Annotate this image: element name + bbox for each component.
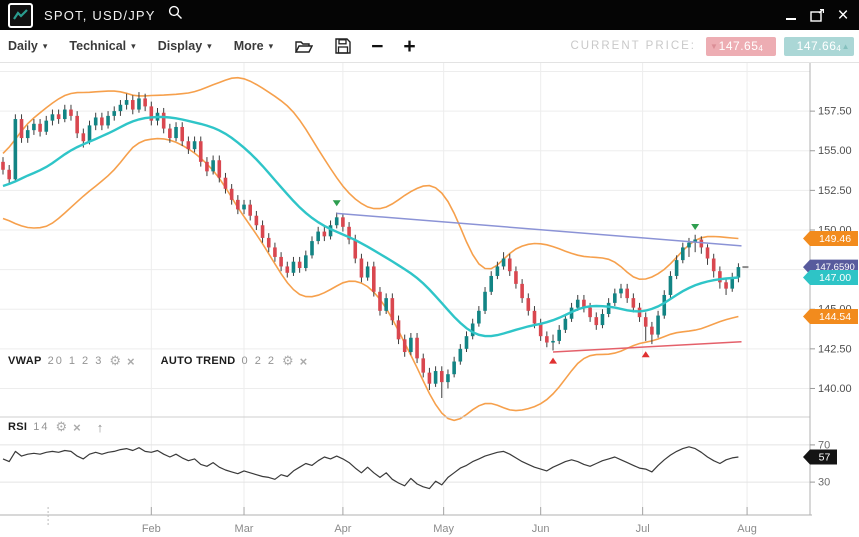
chart-canvas[interactable]: Feb Mar Apr May Jun Jul Aug 157.50 155.00 152.50 1…	[0, 0, 859, 537]
save-icon[interactable]	[335, 38, 351, 54]
svg-text:Jun: Jun	[532, 523, 550, 535]
auto-trend-label: AUTO TREND	[161, 355, 236, 367]
zoom-in-button[interactable]: +	[403, 36, 415, 57]
toolbar: Daily ▾ Technical ▾ Display ▾ More ▾ − +…	[0, 30, 859, 63]
vwap-params: 20 1 2 3	[48, 355, 104, 367]
chevron-down-icon: ▾	[207, 41, 212, 52]
rsi-params: 14	[33, 421, 49, 433]
svg-text:Mar: Mar	[235, 523, 254, 535]
menu-technical[interactable]: Technical ▾	[69, 39, 135, 53]
gear-icon[interactable]: ⚙	[282, 353, 294, 369]
svg-text:Feb: Feb	[142, 523, 161, 535]
collapse-arrow-icon[interactable]: ↑	[97, 420, 104, 435]
menu-timeframe[interactable]: Daily ▾	[8, 39, 47, 53]
chevron-down-icon: ▾	[269, 41, 274, 52]
popout-button[interactable]	[809, 7, 825, 23]
bid-price-badge: ▼ 147.654	[706, 37, 776, 56]
chevron-down-icon: ▾	[131, 41, 136, 52]
close-icon[interactable]: ×	[300, 354, 308, 369]
open-folder-icon[interactable]	[295, 39, 313, 54]
menu-more[interactable]: More ▾	[234, 39, 273, 53]
svg-text:155.00: 155.00	[818, 145, 852, 157]
chevron-down-icon: ▾	[43, 41, 48, 52]
svg-text:149.46: 149.46	[819, 233, 851, 245]
app-logo-icon	[8, 3, 33, 28]
overlay-indicator-row: VWAP 20 1 2 3 ⚙ × AUTO TREND 0 2 2 ⚙ ×	[8, 353, 307, 369]
current-price-label: CURRENT PRICE:	[570, 40, 696, 52]
rsi-label: RSI	[8, 421, 27, 433]
auto-trend-params: 0 2 2	[242, 355, 276, 367]
svg-text:May: May	[433, 523, 454, 535]
vwap-label: VWAP	[8, 355, 42, 367]
svg-text:Jul: Jul	[636, 523, 650, 535]
close-icon[interactable]: ×	[127, 354, 135, 369]
svg-text:144.54: 144.54	[819, 311, 851, 323]
menu-display[interactable]: Display ▾	[158, 39, 212, 53]
svg-text:152.50: 152.50	[818, 185, 852, 197]
close-icon[interactable]: ×	[73, 420, 81, 435]
svg-text:57: 57	[819, 451, 831, 463]
symbol-title: SPOT, USD/JPY	[44, 8, 156, 23]
title-bar: SPOT, USD/JPY ×	[0, 0, 859, 30]
svg-text:30: 30	[818, 477, 830, 489]
zoom-out-button[interactable]: −	[371, 36, 383, 57]
rsi-indicator-row: RSI 14 ⚙ × ↑	[8, 419, 103, 435]
gear-icon[interactable]: ⚙	[56, 419, 68, 435]
gear-icon[interactable]: ⚙	[109, 353, 121, 369]
quote-down-arrow-icon: ▼	[710, 42, 718, 51]
search-icon[interactable]	[168, 5, 183, 25]
svg-text:140.00: 140.00	[818, 383, 852, 395]
minimize-button[interactable]	[783, 7, 799, 23]
quote-up-arrow-icon: ▲	[842, 42, 850, 51]
ask-price-badge: 147.664 ▲	[784, 37, 854, 56]
svg-text:157.50: 157.50	[818, 106, 852, 118]
svg-text:Apr: Apr	[334, 523, 351, 535]
svg-text:142.50: 142.50	[818, 343, 852, 355]
svg-text:147.00: 147.00	[819, 272, 851, 284]
close-icon[interactable]: ×	[835, 7, 851, 23]
svg-text:Aug: Aug	[737, 523, 757, 535]
